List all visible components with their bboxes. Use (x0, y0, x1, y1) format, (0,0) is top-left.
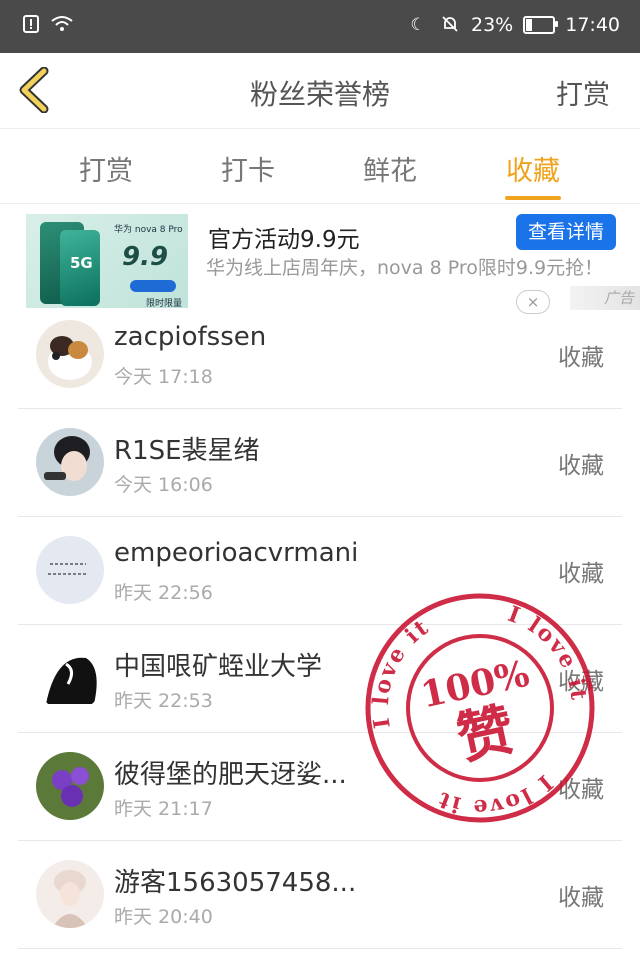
favorite-label: 收藏 (558, 561, 604, 587)
timestamp: 今天 17:18 (114, 366, 213, 388)
favorite-label: 收藏 (558, 885, 604, 911)
favorite-label: 收藏 (558, 777, 604, 803)
view-details-button[interactable]: 查看详情 (516, 214, 616, 250)
clock: 17:40 (565, 14, 620, 36)
ad-title: 官方活动9.9元 (208, 227, 360, 253)
favorite-label: 收藏 (558, 453, 604, 479)
user-name: zacpiofssen (114, 322, 267, 352)
alert-icon (20, 14, 42, 36)
list-item[interactable]: empeorioacvrmani 昨天 22:56 收藏 (18, 516, 622, 625)
list-item[interactable]: 彼得堡的肥天迓娑... 昨天 21:17 收藏 (18, 732, 622, 841)
ad-image-button (130, 280, 176, 292)
moon-icon: ☾ (410, 15, 426, 35)
list-item[interactable]: R1SE裴星绪 今天 16:06 收藏 (18, 408, 622, 517)
timestamp: 昨天 22:53 (114, 690, 213, 712)
mute-bell-icon (439, 14, 461, 36)
user-name: 彼得堡的肥天迓娑... (114, 760, 347, 790)
avatar[interactable] (36, 536, 104, 604)
status-bar: ☾ 23% 17:40 (0, 0, 640, 53)
nav-bar: 粉丝荣誉榜 打赏 (0, 53, 640, 129)
timestamp: 昨天 20:40 (114, 906, 213, 928)
tab-bar: 打赏 打卡 鲜花 收藏 (0, 129, 640, 204)
tab-checkin[interactable]: 打卡 (188, 149, 308, 188)
ad-image-5g: 5G (70, 254, 93, 272)
timestamp: 昨天 22:56 (114, 582, 213, 604)
avatar[interactable] (36, 320, 104, 388)
battery-percent: 23% (471, 14, 514, 36)
avatar[interactable] (36, 428, 104, 496)
user-name: empeorioacvrmani (114, 538, 359, 568)
tab-reward[interactable]: 打赏 (46, 149, 166, 188)
user-name: R1SE裴星绪 (114, 436, 260, 466)
tab-flowers[interactable]: 鲜花 (330, 149, 450, 188)
ad-description: 华为线上店周年庆，nova 8 Pro限时9.9元抢！ (206, 257, 604, 279)
page-title: 粉丝荣誉榜 (249, 78, 390, 111)
favorite-label: 收藏 (558, 669, 604, 695)
timestamp: 昨天 21:17 (114, 798, 213, 820)
tab-favorites[interactable]: 收藏 (473, 149, 593, 200)
ad-image-brand: 华为 nova 8 Pro (114, 225, 183, 235)
timestamp: 今天 16:06 (114, 474, 213, 496)
favorite-label: 收藏 (558, 345, 604, 371)
avatar[interactable] (36, 644, 104, 712)
list-item[interactable]: 中国哏矿蛭业大学 昨天 22:53 收藏 (18, 624, 622, 733)
avatar[interactable] (36, 860, 104, 928)
list-item[interactable]: zacpiofssen 今天 17:18 收藏 (18, 300, 622, 409)
user-name: 中国哏矿蛭业大学 (114, 652, 323, 682)
list-item[interactable]: 游客1563057458... 昨天 20:40 收藏 (18, 840, 622, 949)
user-name: 游客1563057458... (114, 868, 357, 898)
avatar[interactable] (36, 752, 104, 820)
battery-icon (523, 16, 559, 34)
reward-button[interactable]: 打赏 (556, 73, 610, 112)
ad-banner[interactable]: 5G 华为 nova 8 Pro 9.9 限时限量 官方活动9.9元 华为线上店… (0, 204, 640, 314)
wifi-icon (50, 14, 73, 36)
ad-image[interactable]: 5G 华为 nova 8 Pro 9.9 限时限量 (26, 214, 188, 308)
active-tab-indicator (505, 196, 561, 200)
ad-image-price: 9.9 (122, 242, 169, 272)
